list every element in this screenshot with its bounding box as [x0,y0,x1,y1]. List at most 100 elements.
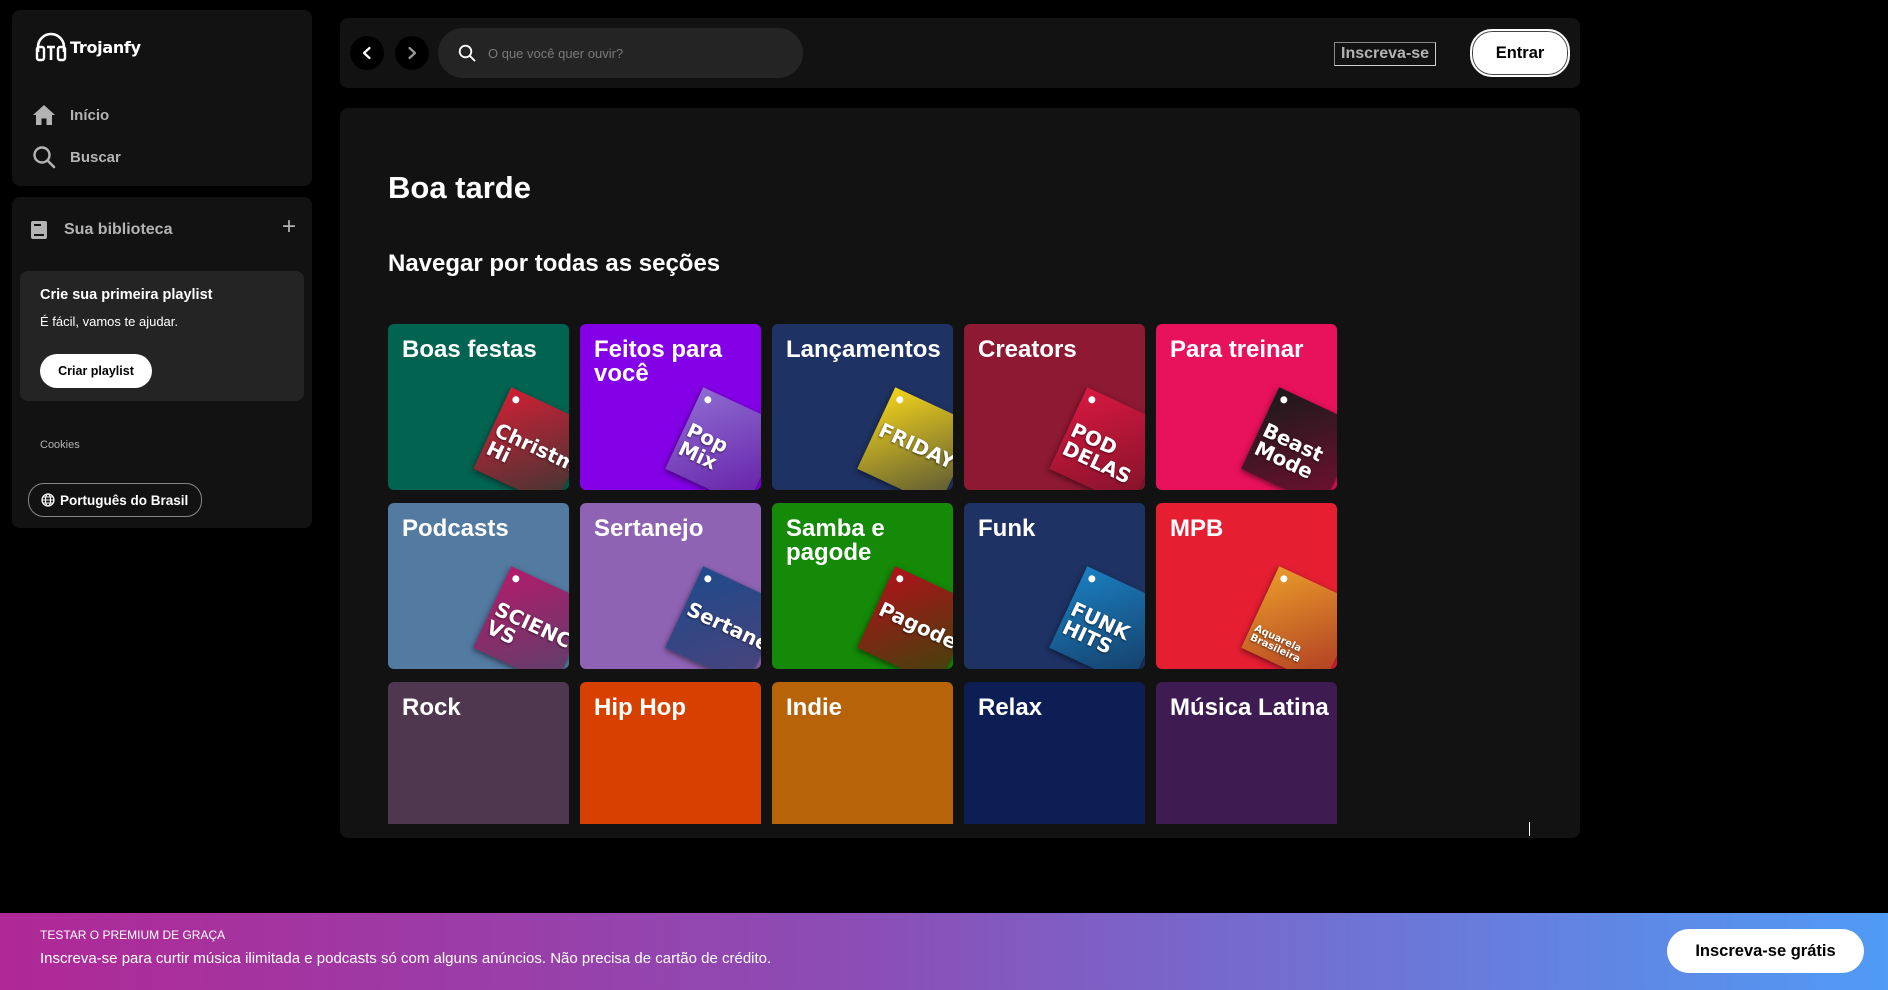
search-bar[interactable] [438,28,803,78]
category-cover-image: POD DELAS [1049,387,1145,490]
category-card[interactable]: Samba e pagode Pagodeira [772,503,953,669]
category-cover-text: POD DELAS [1058,417,1135,489]
language-button[interactable]: Português do Brasil [28,483,203,517]
greeting-title: Boa tarde [388,170,531,205]
category-cover-image: Pop Mix [665,387,761,490]
category-cover-image: FRIDAY [857,387,953,490]
spotify-badge-icon [703,574,713,584]
login-button[interactable]: Entrar [1470,29,1570,77]
brand-logo[interactable]: Trojanfy [34,32,141,62]
category-title: Feitos para você [594,336,723,387]
category-cover-text: Pop Mix [674,417,733,475]
category-card[interactable]: Rock [388,682,569,824]
home-icon [33,105,55,125]
spotify-badge-icon [1279,395,1289,405]
category-title: MPB [1170,515,1224,542]
category-card[interactable]: Relax [964,682,1145,824]
spotify-badge-icon [511,395,521,405]
category-cover-text: Aquarela Brasileira [1248,623,1303,666]
section-title: Navegar por todas as seções [388,250,721,277]
category-cover-text: SCIENCE VS [482,596,569,659]
category-card[interactable]: Funk FUNK HITS [964,503,1145,669]
globe-icon [41,493,55,507]
nav-item-home[interactable]: Início [32,104,109,126]
category-cover-text: Sertanejo [683,596,761,665]
spotify-badge-icon [1279,574,1289,584]
category-cover-image: Beast Mode [1241,387,1337,490]
nav-search-label: Buscar [70,148,121,166]
category-title: Rock [402,694,461,721]
category-cover-image: Sertanejo [665,566,761,669]
category-card[interactable]: MPB Aquarela Brasileira [1156,503,1337,669]
create-playlist-button[interactable]: Criar playlist [40,354,152,388]
category-card[interactable]: Música Latina [1156,682,1337,824]
chevron-right-icon [408,46,417,60]
search-bar-icon [458,44,476,62]
premium-banner[interactable]: TESTAR O PREMIUM DE GRAÇA Inscreva-se pa… [0,913,1888,990]
spotify-badge-icon [703,395,713,405]
category-cover-text: FRIDAY [875,417,953,474]
create-playlist-subtitle: É fácil, vamos te ajudar. [40,314,179,329]
category-title: Música Latina [1170,694,1329,721]
sidebar-nav-panel: Trojanfy Início Buscar [12,10,312,186]
spotify-badge-icon [895,395,905,405]
category-cover-image: Christm Hi [473,387,569,490]
spotify-badge-icon [895,574,905,584]
category-card[interactable]: Hip Hop [580,682,761,824]
banner-signup-button[interactable]: Inscreva-se grátis [1667,929,1864,973]
library-header[interactable]: Sua biblioteca [28,219,172,241]
library-icon [31,221,47,239]
category-cover-image: Aquarela Brasileira [1241,566,1337,669]
language-label: Português do Brasil [60,492,189,508]
category-title: Podcasts [402,515,509,542]
category-card[interactable]: Lançamentos FRIDAY [772,324,953,490]
signup-link[interactable]: Inscreva-se [1334,42,1437,66]
headphones-logo-icon [35,32,67,62]
category-title: Indie [786,694,843,721]
top-bar: Inscreva-se Entrar [340,18,1580,88]
create-playlist-title: Crie sua primeira playlist [40,287,213,303]
category-card[interactable]: Feitos para você Pop Mix [580,324,761,490]
main-content: Boa tarde Navegar por todas as seções Bo… [340,108,1580,838]
category-cover-text: Beast Mode [1250,417,1328,484]
category-cover-text: Pagodeira [875,596,953,667]
banner-text: Inscreva-se para curtir música ilimitada… [40,950,772,967]
category-title: Hip Hop [594,694,686,721]
category-cover-image: Pagodeira [857,566,953,669]
category-title: Creators [978,336,1077,363]
forward-button[interactable] [395,36,429,70]
category-title: Samba e pagode [786,515,885,566]
nav-home-label: Início [70,106,110,124]
category-cover-text: FUNK HITS [1058,596,1134,659]
brand-name: Trojanfy [70,37,141,57]
category-card[interactable]: Boas festas Christm Hi [388,324,569,490]
category-title: Relax [978,694,1043,721]
library-panel: Sua biblioteca + Crie sua primeira playl… [12,197,312,528]
text-cursor [1529,822,1530,836]
category-grid: Boas festas Christm Hi Feitos para você Pop… [388,324,1538,824]
back-button[interactable] [350,36,384,70]
category-title: Funk [978,515,1036,542]
category-card[interactable]: Podcasts SCIENCE VS [388,503,569,669]
category-title: Para treinar [1170,336,1304,363]
category-title: Boas festas [402,336,537,363]
banner-title: TESTAR O PREMIUM DE GRAÇA [40,928,226,942]
category-cover-image: SCIENCE VS [473,566,569,669]
cookies-link[interactable]: Cookies [40,439,80,451]
spotify-badge-icon [1087,574,1097,584]
nav-item-search[interactable]: Buscar [32,145,121,169]
category-title: Lançamentos [786,336,941,363]
search-input[interactable] [486,44,790,62]
category-card[interactable]: Indie [772,682,953,824]
category-title: Sertanejo [594,515,704,542]
category-card[interactable]: Para treinar Beast Mode [1156,324,1337,490]
category-cover-image: FUNK HITS [1049,566,1145,669]
search-icon [33,146,56,169]
spotify-badge-icon [1087,395,1097,405]
create-playlist-card: Crie sua primeira playlist É fácil, vamo… [20,271,304,401]
category-card[interactable]: Sertanejo Sertanejo [580,503,761,669]
add-library-button[interactable]: + [282,215,296,239]
category-card[interactable]: Creators POD DELAS [964,324,1145,490]
spotify-badge-icon [511,574,521,584]
library-title: Sua biblioteca [64,221,173,238]
